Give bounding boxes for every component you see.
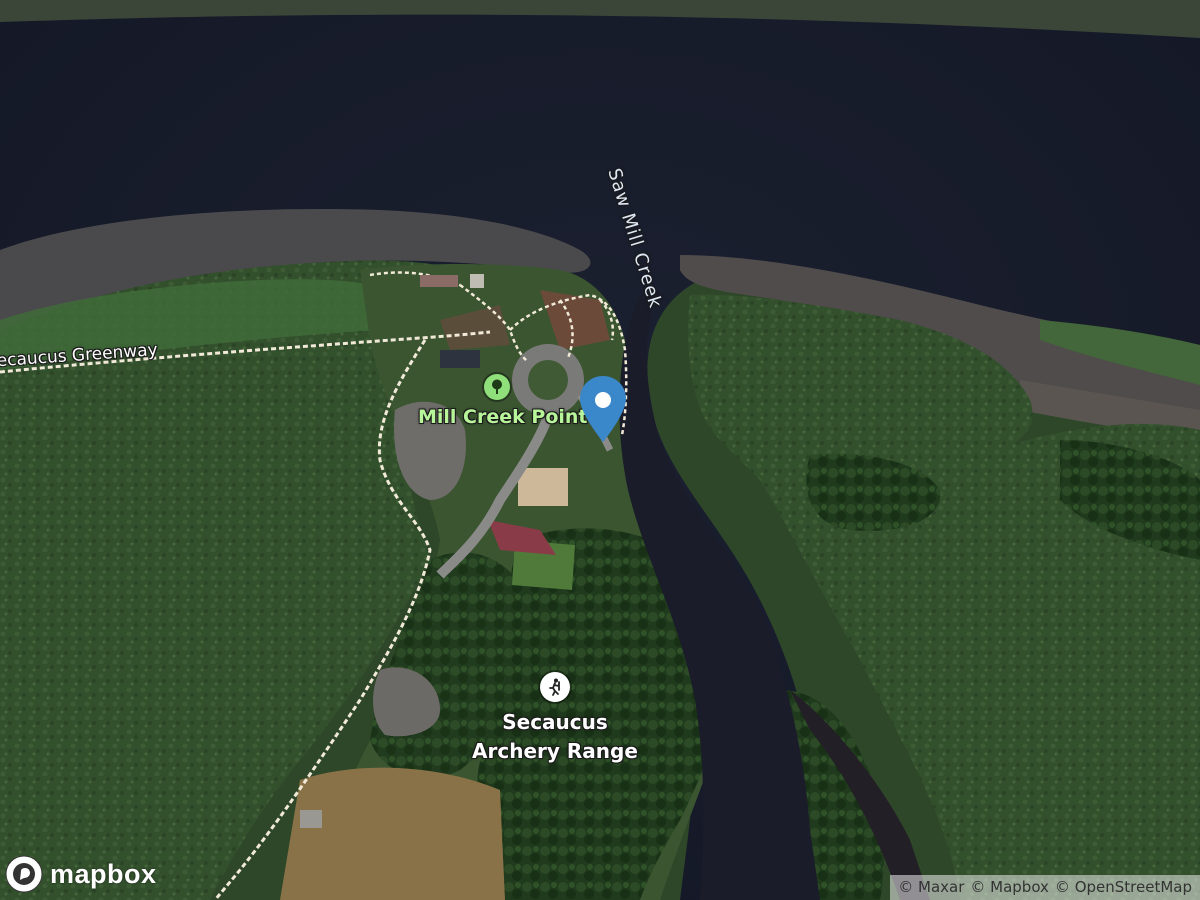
mapbox-mark-icon <box>5 855 43 893</box>
park-tree-icon[interactable] <box>484 374 510 400</box>
attribution-bar: © Maxar © Mapbox © OpenStreetMap <box>890 875 1200 900</box>
attribution-mapbox-link[interactable]: © Mapbox <box>970 878 1049 896</box>
archery-person-icon[interactable] <box>540 672 570 702</box>
mapbox-wordmark: mapbox <box>50 858 157 889</box>
dry-field <box>280 767 505 900</box>
archery-label-line2: Archery Range <box>472 739 638 763</box>
mapbox-logo[interactable]: mapbox <box>4 854 157 894</box>
archery-label[interactable]: Secaucus Archery Range <box>455 708 655 766</box>
archery-label-line1: Secaucus <box>502 710 608 734</box>
attribution-osm-link[interactable]: © OpenStreetMap <box>1055 878 1192 896</box>
map-pin-marker[interactable] <box>578 374 628 446</box>
park-label[interactable]: Mill Creek Point <box>418 406 588 428</box>
attribution-maxar-link[interactable]: © Maxar <box>898 878 964 896</box>
